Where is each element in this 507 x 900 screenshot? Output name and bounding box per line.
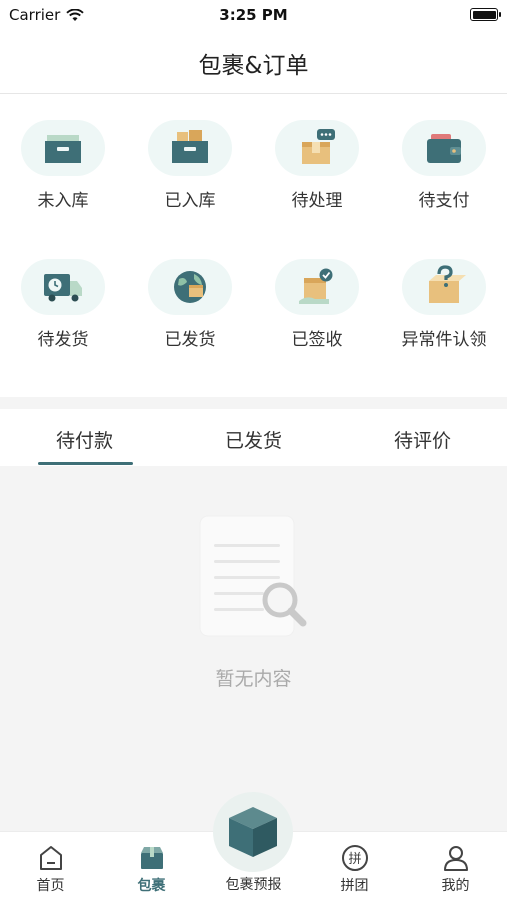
- svg-text:拼: 拼: [348, 852, 361, 867]
- drawer-box-icon: [45, 135, 81, 163]
- globe-parcel-icon: [174, 271, 206, 303]
- question-box-icon: [429, 265, 466, 303]
- user-icon: [444, 846, 468, 871]
- status-item-stocked[interactable]: 已入库: [127, 120, 253, 230]
- empty-state-text: 暂无内容: [215, 668, 292, 690]
- signed-parcel-icon: [299, 268, 333, 304]
- status-item-unpaid[interactable]: 待支付: [381, 120, 507, 230]
- status-label: 未入库: [37, 191, 89, 211]
- tab-label: 待评价: [393, 430, 451, 452]
- status-label: 待支付: [418, 191, 470, 211]
- wallet-icon: [427, 134, 461, 163]
- group-buy-icon: 拼: [342, 845, 368, 871]
- status-item-shipped[interactable]: 已发货: [127, 259, 253, 369]
- nav-label: 包裹: [137, 878, 166, 894]
- status-label: 待发货: [37, 330, 89, 350]
- tab-awaiting-payment[interactable]: 待付款: [0, 409, 169, 466]
- parcel-box-icon: [141, 847, 163, 869]
- cube-box-icon: [229, 807, 277, 857]
- order-list-empty: 暂无内容: [0, 466, 507, 831]
- home-icon: [40, 846, 62, 870]
- section-divider: [0, 397, 507, 409]
- status-item-pending[interactable]: 待处理: [254, 120, 380, 230]
- nav-label: 首页: [36, 878, 65, 894]
- nav-label: 我的: [441, 878, 470, 894]
- status-label: 异常件认领: [401, 330, 487, 350]
- nav-packages[interactable]: 包裹: [101, 832, 202, 900]
- delivery-truck-icon: [44, 274, 82, 302]
- status-item-signed[interactable]: 已签收: [254, 259, 380, 369]
- order-tab-bar: 待付款 已发货 待评价: [0, 409, 507, 466]
- status-item-not-stocked[interactable]: 未入库: [0, 120, 126, 230]
- status-label: 已入库: [164, 191, 216, 211]
- status-bar: Carrier 3:25 PM: [0, 0, 507, 30]
- battery-icon: [470, 8, 501, 21]
- nav-group-buy[interactable]: 拼 拼团: [304, 832, 405, 900]
- empty-document-search-icon: [199, 515, 307, 637]
- tab-label: 待付款: [55, 430, 113, 452]
- nav-profile[interactable]: 我的: [405, 832, 506, 900]
- package-forecast-button[interactable]: [213, 792, 293, 872]
- package-forecast-label: 包裹预报: [225, 877, 282, 893]
- box-chat-icon: [302, 129, 335, 164]
- stocked-drawer-icon: [172, 130, 208, 163]
- tab-label: 已发货: [224, 430, 282, 452]
- active-tab-indicator: [38, 462, 133, 465]
- page-title: 包裹&订单: [198, 53, 309, 79]
- status-label: 已发货: [164, 330, 216, 350]
- package-status-grid: 未入库 已入库 待处理 待支付 待发货 已发货 已签收 异常件认领: [0, 95, 507, 397]
- tab-to-review[interactable]: 待评价: [338, 409, 507, 466]
- nav-header: 包裹&订单: [0, 30, 507, 94]
- status-item-to-ship[interactable]: 待发货: [0, 259, 126, 369]
- status-label: 已签收: [291, 330, 343, 350]
- status-item-exception-claim[interactable]: 异常件认领: [381, 259, 507, 369]
- status-time: 3:25 PM: [219, 6, 288, 24]
- status-label: 待处理: [291, 191, 343, 211]
- nav-label: 拼团: [340, 878, 369, 894]
- tab-shipped[interactable]: 已发货: [169, 409, 338, 466]
- nav-home[interactable]: 首页: [0, 832, 101, 900]
